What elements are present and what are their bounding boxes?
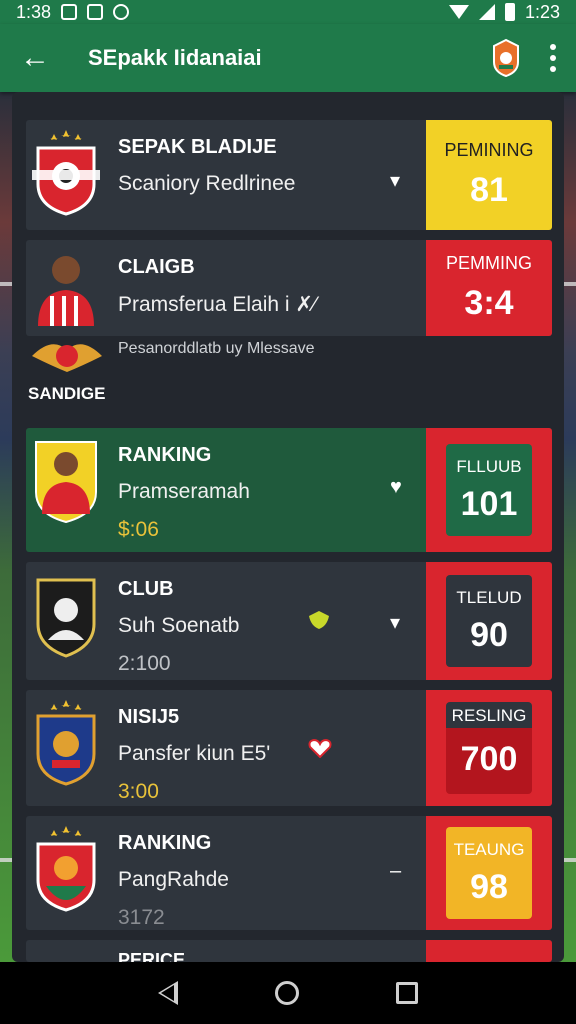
status-bar: 1:38 1:23 — [0, 0, 576, 24]
page-title: SEpakk Iidanaiai — [88, 45, 262, 70]
heart-icon[interactable] — [308, 738, 332, 758]
clock-icon — [113, 4, 130, 20]
club-value: 3172 — [118, 906, 165, 929]
score-label: FLLUUB — [456, 456, 522, 476]
checkbox-icon — [87, 4, 104, 20]
minus-icon[interactable]: – — [390, 860, 401, 883]
list-item[interactable]: RANKING PangRahde 3172 – TEAUNG 98 — [26, 816, 552, 930]
score-label: RESLING — [451, 706, 527, 725]
score-box: FLLUUB 101 — [426, 428, 552, 552]
score-value: 98 — [470, 867, 508, 906]
notification-icon — [61, 4, 78, 20]
club-subtitle: Pramsferua Elaih i ✗⁄ — [118, 293, 317, 316]
score-box: PEMMING 3:4 — [426, 240, 552, 336]
club-name: SEPAK BLADIJE — [118, 136, 277, 158]
score-box: TLELUD 90 — [426, 562, 552, 680]
promo-strip: Pesanorddlatb uy Mlessave SANDIGE — [26, 336, 552, 422]
club-crest-icon[interactable] — [490, 38, 522, 78]
score-box: PEMINING 81 — [426, 120, 552, 230]
score-label: TEAUNG — [453, 839, 525, 859]
list-item[interactable]: CLAIGB Pramsferua Elaih i ✗⁄ PEMMING 3:4 — [26, 240, 552, 336]
promo-label: SANDIGE — [28, 384, 106, 403]
score-badge: FLLUUB 101 — [446, 444, 532, 536]
signal-icon — [478, 4, 495, 20]
club-name: CLAIGB — [118, 256, 195, 278]
player-avatar-icon — [38, 256, 94, 326]
club-crest-icon — [36, 826, 96, 912]
heart-icon[interactable]: ♥ — [390, 476, 402, 499]
score-value: 90 — [470, 615, 508, 654]
club-subtitle: PangRahde — [118, 868, 229, 891]
app-bar: ← SEpakk Iidanaiai — [0, 24, 576, 92]
club-value: 2:100 — [118, 652, 171, 675]
score-value: 101 — [460, 484, 518, 523]
club-name: PERICE — [118, 950, 186, 962]
score-badge: TLELUD 90 — [446, 575, 532, 667]
system-nav-bar — [0, 962, 576, 1024]
club-crest-icon — [32, 130, 100, 216]
club-subtitle: Scaniory Redlrinee — [118, 172, 296, 195]
list-item[interactable]: SEPAK BLADIJE Scaniory Redlrinee ▾ PEMIN… — [26, 120, 552, 230]
score-value: 81 — [470, 171, 508, 209]
list-item[interactable]: PERICE — [26, 940, 552, 962]
score-box: TEAUNG 98 — [426, 816, 552, 930]
player-crest-icon — [35, 441, 97, 524]
score-box: RESLING 700 — [426, 690, 552, 806]
score-label: PEMMING — [445, 253, 532, 273]
nav-back-icon[interactable] — [158, 981, 179, 1005]
club-crest-icon — [36, 578, 96, 658]
club-name: RANKING — [118, 444, 212, 466]
club-name: NISIJ5 — [118, 706, 180, 728]
shield-badge-icon — [309, 611, 329, 629]
nav-recents-icon[interactable] — [395, 982, 418, 1004]
overflow-menu-icon[interactable] — [550, 44, 556, 72]
club-name: RANKING — [118, 832, 212, 854]
club-subtitle: Pansfer kiun E5' — [118, 742, 271, 765]
status-clock: 1:23 — [524, 1, 560, 22]
list-item[interactable]: RANKING Pramseramah $:06 ♥ FLLUUB 101 — [26, 428, 552, 552]
club-value: $:06 — [118, 518, 159, 541]
score-label: PEMINING — [444, 140, 534, 160]
battery-icon — [504, 3, 515, 21]
club-crest-icon — [36, 700, 96, 786]
nav-home-icon[interactable] — [274, 981, 299, 1005]
winged-crest-icon — [32, 344, 102, 372]
score-label: TLELUD — [456, 587, 522, 607]
chevron-down-icon[interactable]: ▾ — [390, 168, 400, 193]
club-value: 3:00 — [118, 780, 159, 803]
score-badge: TEAUNG 98 — [446, 827, 532, 919]
club-name: CLUB — [118, 578, 174, 600]
score-value: 700 — [460, 740, 518, 778]
score-badge: RESLING 700 — [446, 702, 532, 794]
club-subtitle: Pramseramah — [118, 480, 250, 503]
score-value: 3:4 — [464, 284, 514, 322]
list-item[interactable]: CLUB Suh Soenatb 2:100 ▾ TLELUD 90 — [26, 562, 552, 680]
promo-caption: Pesanorddlatb uy Mlessave — [118, 340, 315, 357]
club-subtitle: Suh Soenatb — [118, 614, 240, 637]
back-arrow-icon[interactable]: ← — [20, 41, 68, 75]
wifi-icon — [448, 5, 469, 19]
list-item[interactable]: NISIJ5 Pansfer kiun E5' 3:00 RESLING 700 — [26, 690, 552, 806]
status-time: 1:38 — [16, 1, 52, 22]
chevron-down-icon[interactable]: ▾ — [390, 610, 400, 635]
score-box — [426, 940, 552, 962]
